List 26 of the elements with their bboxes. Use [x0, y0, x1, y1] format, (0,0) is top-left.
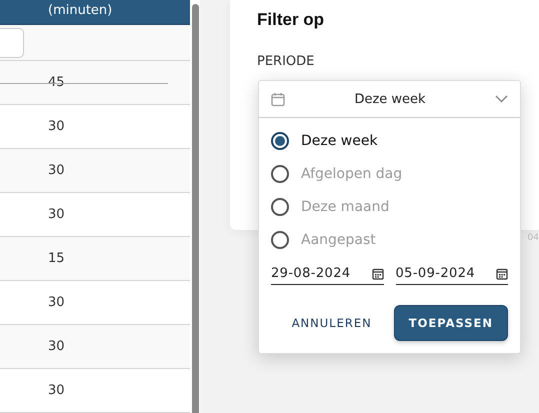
column-header: (minuten): [48, 3, 112, 20]
period-dropdown[interactable]: Deze week: [259, 81, 520, 118]
period-label: PERIODE: [257, 54, 314, 69]
table-cell: 30: [48, 339, 65, 354]
option-label[interactable]: Deze week: [301, 133, 378, 149]
table-cell: 30: [48, 163, 65, 178]
end-date-field[interactable]: 05-09-2024: [396, 266, 508, 285]
chevron-down-icon: [495, 95, 508, 103]
radio-button[interactable]: [271, 165, 289, 183]
start-date-field[interactable]: 29-08-2024: [271, 266, 384, 285]
table-cell: 15: [48, 251, 65, 266]
filter-title: Filter op: [257, 10, 326, 31]
calendar-icon: [271, 92, 285, 106]
scrollbar-thumb[interactable]: [192, 4, 198, 413]
radio-button[interactable]: [271, 231, 289, 249]
apply-button[interactable]: TOEPASSEN: [394, 305, 508, 341]
table-cell: 30: [48, 119, 65, 134]
radio-button[interactable]: [271, 132, 289, 150]
calendar-icon[interactable]: [496, 268, 508, 280]
table-cell: 30: [48, 295, 65, 310]
calendar-icon[interactable]: [372, 268, 384, 280]
radio-button[interactable]: [271, 198, 289, 216]
filter-input-field[interactable]: [0, 28, 24, 58]
cancel-button[interactable]: ANNULEREN: [292, 316, 372, 330]
table-cell: 30: [48, 383, 65, 398]
table-cell: 30: [48, 207, 65, 222]
